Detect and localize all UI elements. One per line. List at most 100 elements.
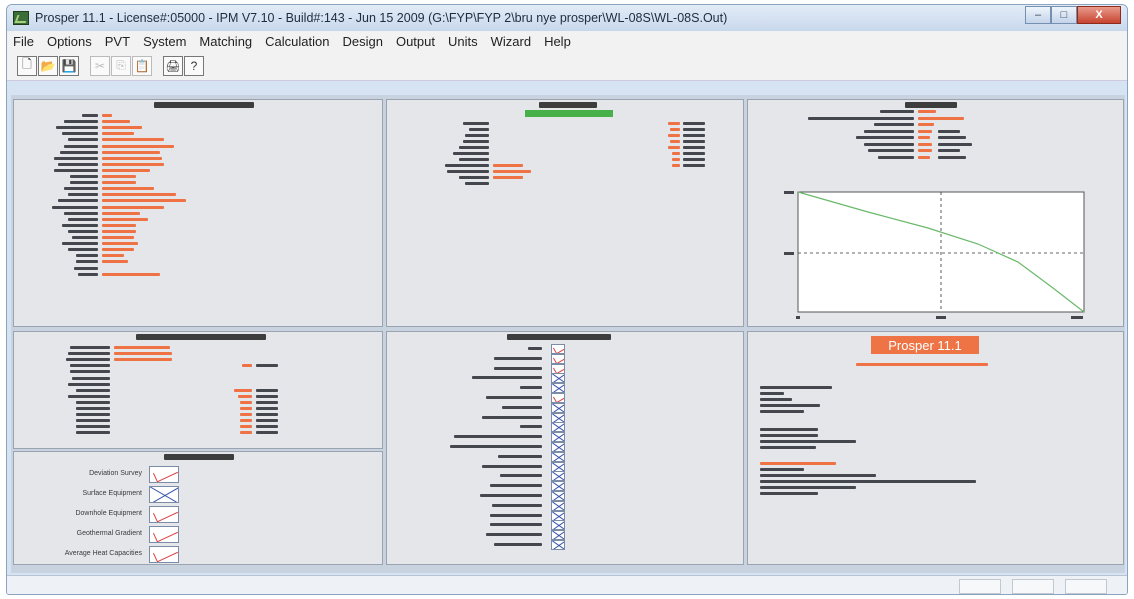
pvt-unit xyxy=(683,164,705,167)
gaslift-value xyxy=(114,352,172,356)
maximize-button[interactable]: □ xyxy=(1051,6,1077,24)
gaslift-number xyxy=(240,413,252,417)
calculation-checkbox[interactable] xyxy=(551,353,565,364)
ipr-label xyxy=(864,129,914,133)
calculation-checkbox[interactable] xyxy=(551,481,565,492)
option-value xyxy=(102,126,142,130)
option-value xyxy=(102,193,176,197)
menu-units[interactable]: Units xyxy=(448,34,478,49)
gaslift-label xyxy=(76,413,110,417)
toolbar: 🗋 📂 💾 ✂ ⎘ 📋 🖨 ? xyxy=(7,51,1127,81)
calculation-checkbox[interactable] xyxy=(551,383,565,394)
gaslift-number xyxy=(240,425,252,429)
gaslift-label xyxy=(76,400,110,404)
copy-icon[interactable]: ⎘ xyxy=(111,55,131,76)
gaslift-summary-header xyxy=(136,334,266,340)
close-button[interactable]: X xyxy=(1077,6,1121,24)
calculation-label xyxy=(490,513,542,517)
option-label xyxy=(54,156,98,160)
title-bar[interactable]: Prosper 11.1 - License#:05000 - IPM V7.1… xyxy=(7,5,1127,31)
cut-icon[interactable]: ✂ xyxy=(90,55,110,76)
calculation-checkbox[interactable] xyxy=(551,363,565,374)
equipment-panel[interactable]: Deviation Survey Surface Equipment Downhol… xyxy=(13,451,383,565)
option-value xyxy=(102,144,174,148)
paste-icon[interactable]: 📋 xyxy=(132,55,152,76)
equipment-checkbox[interactable] xyxy=(149,486,179,503)
option-value xyxy=(102,217,148,221)
calculation-checkbox[interactable] xyxy=(551,344,565,354)
menu-matching[interactable]: Matching xyxy=(199,34,252,49)
option-label xyxy=(62,223,98,227)
calculation-checkbox[interactable] xyxy=(551,510,565,521)
gaslift-unit xyxy=(256,407,278,410)
menu-options[interactable]: Options xyxy=(47,34,92,49)
calculation-checkbox[interactable] xyxy=(551,422,565,433)
gaslift-label xyxy=(66,358,110,362)
calculation-checkbox[interactable] xyxy=(551,442,565,452)
new-file-icon[interactable]: 🗋 xyxy=(17,55,37,76)
open-folder-icon[interactable]: 📂 xyxy=(38,55,58,76)
menu-system[interactable]: System xyxy=(143,34,186,49)
calculation-checkbox[interactable] xyxy=(551,432,565,443)
menu-output[interactable]: Output xyxy=(396,34,435,49)
calculation-checkbox[interactable] xyxy=(551,451,565,462)
calculation-checkbox[interactable] xyxy=(551,471,565,482)
gaslift-summary-panel[interactable] xyxy=(13,331,383,449)
pvt-summary-panel[interactable] xyxy=(386,99,744,327)
print-icon[interactable]: 🖨 xyxy=(163,55,183,76)
equipment-checkbox[interactable] xyxy=(149,526,179,543)
calculation-checkbox[interactable] xyxy=(551,373,565,384)
calculation-checkbox[interactable] xyxy=(551,540,565,550)
option-label xyxy=(76,260,98,264)
menu-wizard[interactable]: Wizard xyxy=(491,34,531,49)
gaslift-label xyxy=(76,419,110,423)
equipment-checkbox[interactable] xyxy=(149,466,179,483)
equipment-label: Surface Equipment xyxy=(82,490,142,497)
prosper-app-icon[interactable] xyxy=(13,11,29,25)
calculation-checkbox[interactable] xyxy=(551,530,565,541)
calculation-checkbox[interactable] xyxy=(551,393,565,403)
gaslift-value xyxy=(114,358,172,362)
menu-file[interactable]: File xyxy=(13,34,34,49)
ipr-plot[interactable] xyxy=(778,190,1088,322)
option-label xyxy=(64,120,98,124)
option-label xyxy=(68,248,98,252)
option-label xyxy=(58,199,98,203)
pvt-number xyxy=(668,146,680,149)
calculation-checkbox[interactable] xyxy=(551,500,565,511)
calculation-checkbox[interactable] xyxy=(551,520,565,531)
calculation-label xyxy=(482,464,542,468)
menu-pvt[interactable]: PVT xyxy=(105,34,130,49)
ipr-unit xyxy=(938,142,972,146)
calculation-status-panel[interactable] xyxy=(386,331,744,565)
calculation-checkbox[interactable] xyxy=(551,461,565,472)
ipr-label xyxy=(868,149,914,152)
calculation-checkbox[interactable] xyxy=(551,412,565,423)
menu-help[interactable]: Help xyxy=(544,34,571,49)
menu-design[interactable]: Design xyxy=(342,34,382,49)
calculation-checkbox[interactable] xyxy=(551,402,565,413)
pvt-number xyxy=(672,158,680,161)
ipr-value xyxy=(918,149,932,152)
help-icon[interactable]: ? xyxy=(184,55,204,76)
ipr-value xyxy=(918,123,934,126)
equipment-checkbox[interactable] xyxy=(149,546,179,563)
gaslift-unit xyxy=(256,400,278,404)
status-pane-2 xyxy=(1012,579,1054,594)
option-label xyxy=(82,114,98,117)
prosper-info-panel[interactable]: Prosper 11.1 xyxy=(747,331,1124,565)
company-line xyxy=(760,386,832,389)
option-value xyxy=(102,205,164,209)
ipr-label xyxy=(864,142,914,146)
options-summary-panel[interactable] xyxy=(13,99,383,327)
menu-calculation[interactable]: Calculation xyxy=(265,34,329,49)
ipr-summary-panel[interactable] xyxy=(747,99,1124,327)
calculation-label xyxy=(520,425,542,429)
calculation-checkbox[interactable] xyxy=(551,491,565,501)
equipment-checkbox[interactable] xyxy=(149,506,179,523)
ipr-label xyxy=(808,116,914,120)
option-label xyxy=(60,150,98,154)
option-label xyxy=(68,217,98,221)
save-icon[interactable]: 💾 xyxy=(59,55,79,76)
minimize-button[interactable]: – xyxy=(1025,6,1051,24)
